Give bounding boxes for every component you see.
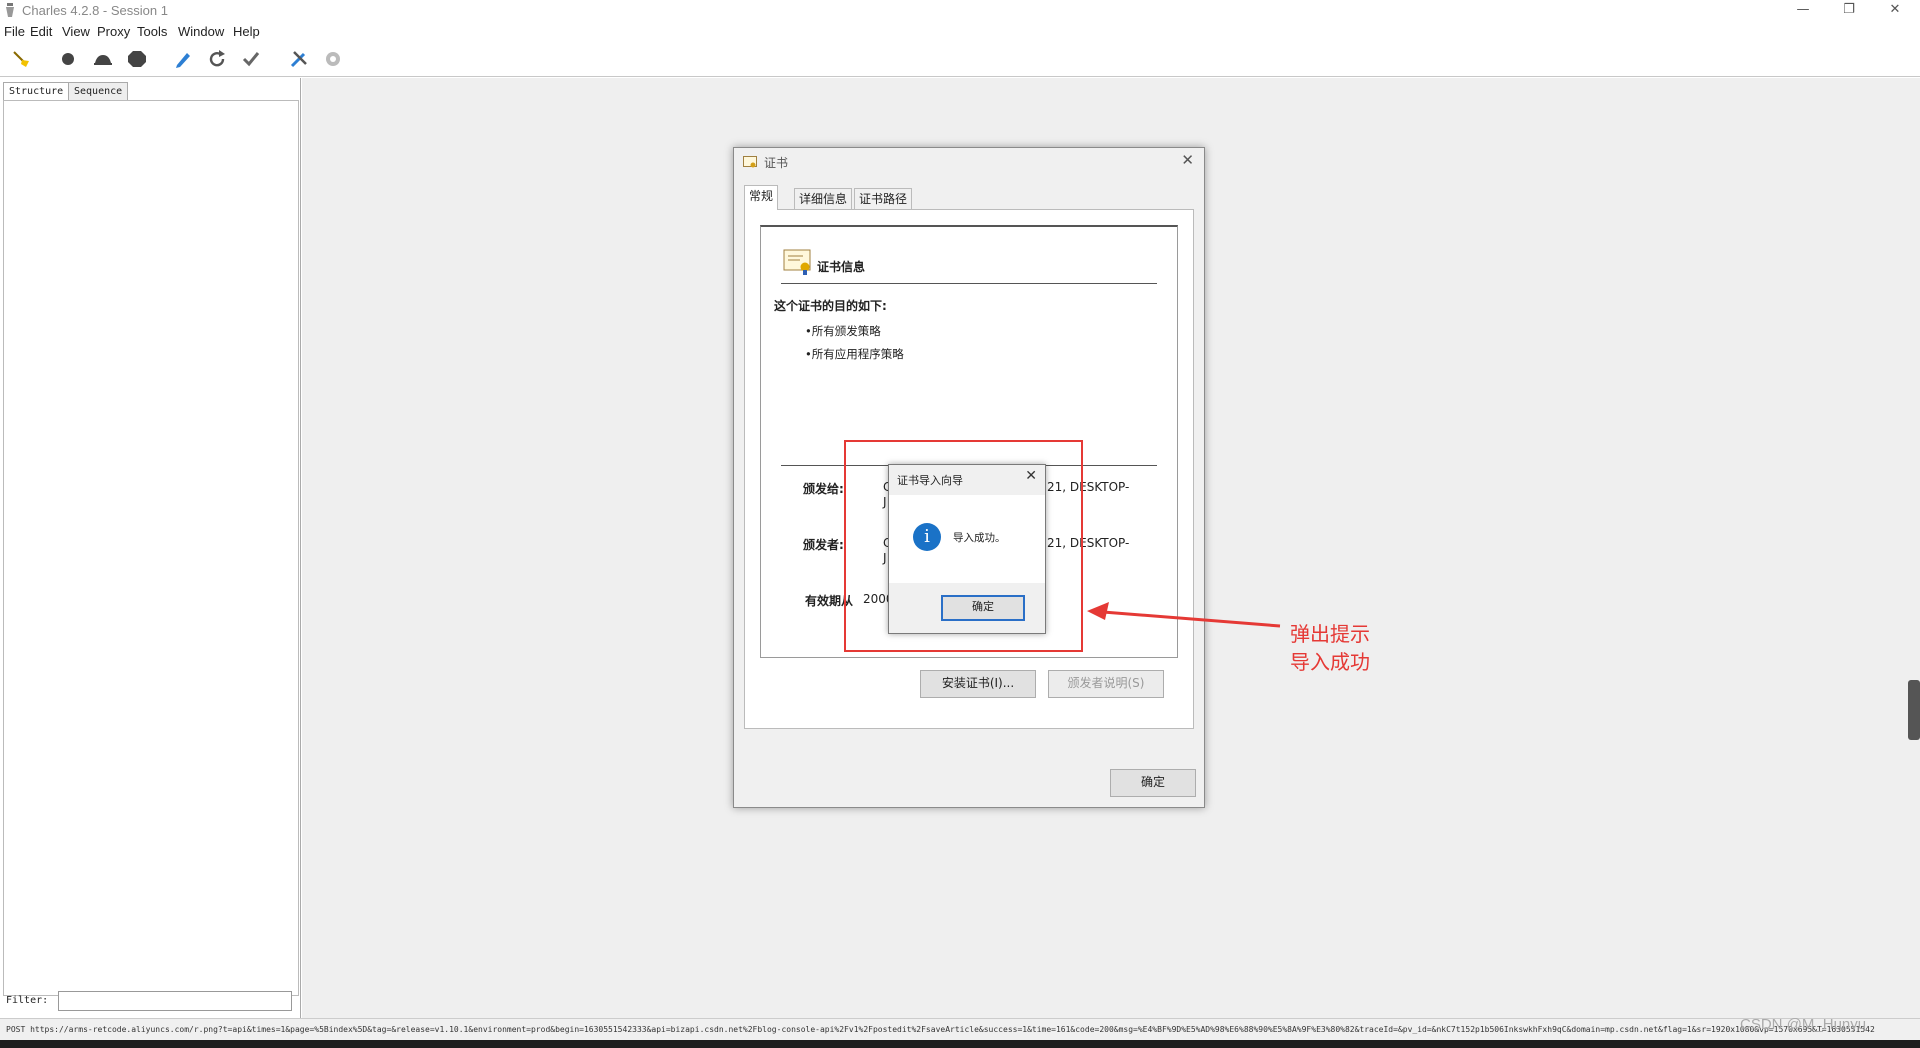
status-bar: POST https://arms-retcode.aliyuncs.com/r… [0,1018,1920,1041]
filter-input[interactable] [58,991,292,1011]
annotation-text: 弹出提示 导入成功 [1290,620,1370,676]
filter-label: Filter: [6,995,49,1006]
tab-structure[interactable]: Structure [3,82,70,100]
pen-icon[interactable] [172,48,194,70]
close-button[interactable]: ✕ [1872,0,1918,22]
menu-edit[interactable]: Edit [30,24,52,39]
restore-button[interactable]: ❐ [1826,0,1872,22]
breakpoint-icon[interactable] [126,48,148,70]
status-text: POST https://arms-retcode.aliyuncs.com/r… [6,1025,1875,1034]
broom-icon[interactable] [10,48,32,70]
check-icon[interactable] [240,48,262,70]
annotation-line: 弹出提示 [1290,622,1370,646]
menu-bar: File Edit View Proxy Tools Window Help [0,22,1920,42]
record-icon[interactable] [57,48,79,70]
taskbar [0,1040,1920,1048]
menu-help[interactable]: Help [233,24,260,39]
settings-gear-icon[interactable] [322,48,344,70]
menu-tools[interactable]: Tools [137,24,167,39]
charles-app-icon [6,3,14,17]
structure-panel: Structure Sequence Filter: [0,78,301,1018]
watermark: CSDN @M_Hunyu [1740,1016,1867,1033]
ok-button[interactable]: 确定 [1110,769,1196,797]
throttle-icon[interactable] [92,48,114,70]
tab-sequence[interactable]: Sequence [68,82,129,100]
tab-general[interactable]: 常规 [744,185,779,210]
certificate-info-icon [783,249,811,275]
highlight-box [844,440,1083,652]
purpose-item: •所有颁发策略 [805,324,881,338]
certificate-info-title: 证书信息 [817,260,866,274]
tab-cert-path[interactable]: 证书路径 [854,188,913,209]
close-icon[interactable]: ✕ [1181,151,1194,169]
dialog-title: 证书 [764,156,789,170]
purpose-title: 这个证书的目的如下: [774,299,887,313]
divider [781,283,1157,284]
tab-details[interactable]: 详细信息 [794,188,853,209]
menu-file[interactable]: File [4,24,25,39]
session-tree[interactable] [3,100,299,996]
certificate-icon [743,156,757,168]
menu-window[interactable]: Window [178,24,224,39]
tools-icon[interactable] [288,48,310,70]
title-bar: Charles 4.2.8 - Session 1 — ❐ ✕ [0,0,1920,22]
purpose-item: •所有应用程序策略 [805,347,904,361]
refresh-icon[interactable] [206,48,228,70]
window-title: Charles 4.2.8 - Session 1 [22,3,168,18]
install-certificate-button[interactable]: 安装证书(I)... [920,670,1036,698]
minimize-button[interactable]: — [1780,0,1826,22]
menu-proxy[interactable]: Proxy [97,24,130,39]
issued-by-label: 颁发者: [803,538,844,552]
arrow-icon [1087,602,1281,628]
toolbar [0,43,1920,77]
menu-view[interactable]: View [62,24,90,39]
issued-to-label: 颁发给: [803,482,844,496]
side-handle[interactable] [1908,680,1920,740]
annotation-line: 导入成功 [1290,650,1370,674]
issuer-statement-button[interactable]: 颁发者说明(S) [1048,670,1164,698]
